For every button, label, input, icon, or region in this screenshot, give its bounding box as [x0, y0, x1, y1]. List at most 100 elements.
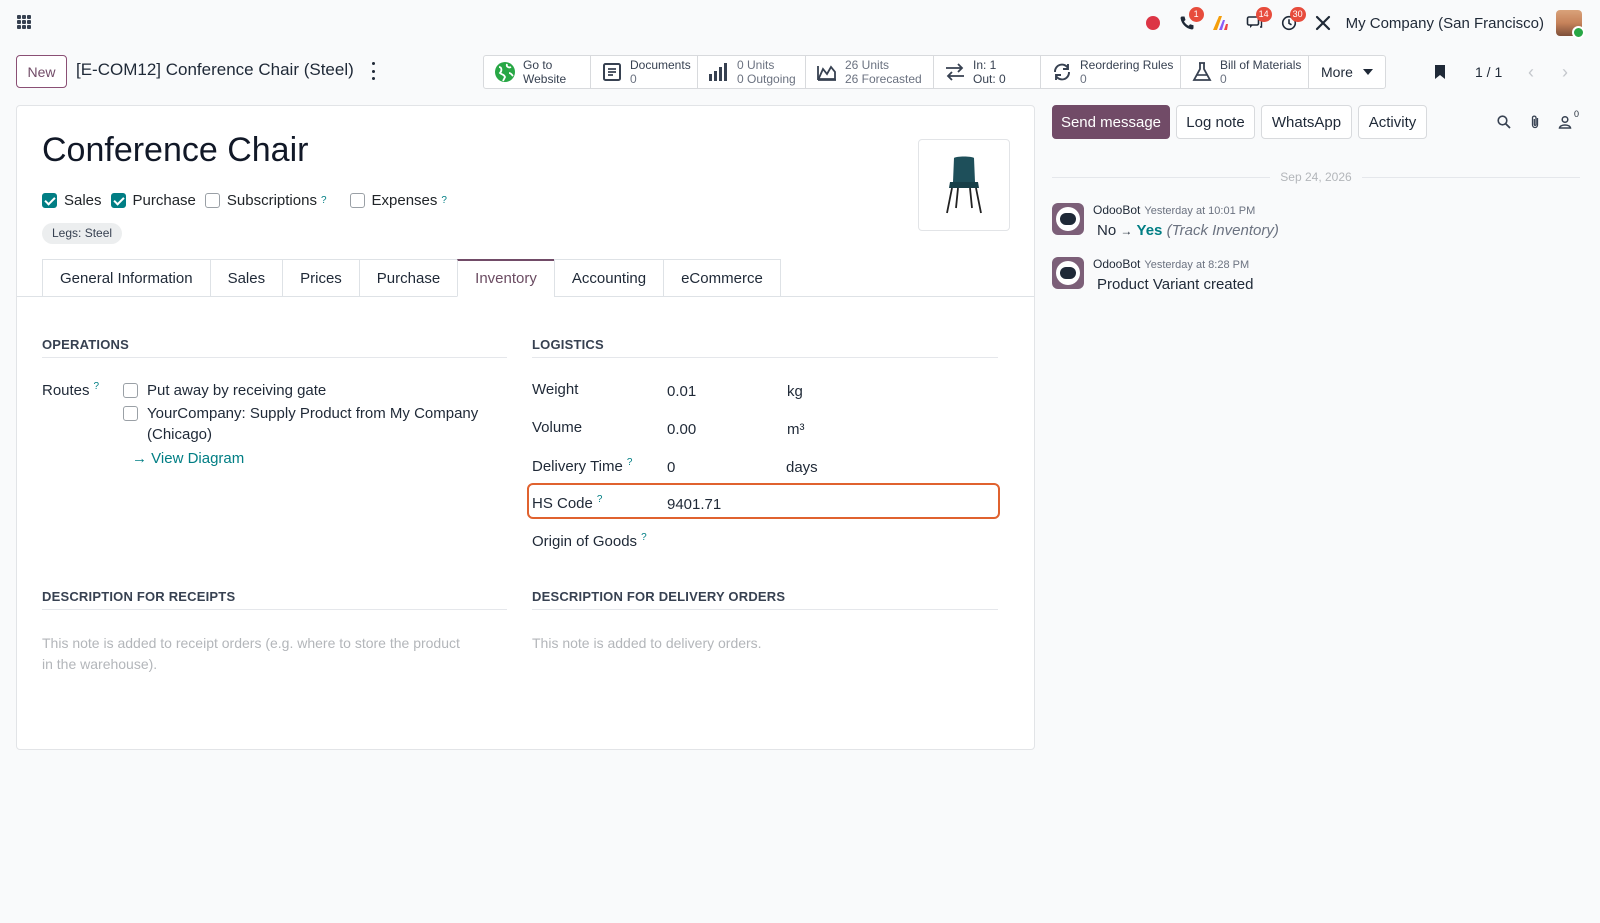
company-switcher[interactable]: My Company (San Francisco) [1346, 15, 1544, 32]
actions-kebab-icon[interactable] [370, 62, 376, 80]
follower-count: 0 [1574, 109, 1580, 119]
message-author[interactable]: OdooBot [1093, 203, 1140, 217]
help-tooltip-icon[interactable]: ? [627, 457, 633, 468]
expenses-checkbox[interactable]: Expenses ? [349, 192, 447, 209]
receipts-description-input[interactable]: This note is added to receipt orders (e.… [42, 633, 460, 675]
more-button[interactable]: More [1309, 56, 1385, 88]
smart-buttons: Go to Website Documents 0 0 Units 0 Outg… [483, 55, 1386, 89]
units-line2: 0 Outgoing [737, 72, 796, 86]
out-count: Out: 0 [973, 72, 1006, 86]
website-line1: Go to [523, 58, 553, 72]
help-tooltip-icon[interactable]: ? [94, 381, 100, 392]
volume-input[interactable]: 0.00 [667, 421, 696, 438]
whatsapp-button[interactable]: WhatsApp [1261, 105, 1352, 139]
checkbox-unchecked-icon[interactable] [204, 193, 220, 208]
phone-icon[interactable]: 1 [1170, 7, 1204, 38]
tab-inventory[interactable]: Inventory [457, 259, 554, 297]
tab-general-information[interactable]: General Information [42, 259, 210, 297]
search-icon[interactable] [1495, 113, 1513, 131]
bookmark-icon[interactable] [1434, 64, 1446, 80]
website-line2: Website [523, 72, 567, 86]
routes-label: Routes? [42, 381, 100, 399]
bill-of-materials-button[interactable]: Bill of Materials 0 [1181, 56, 1309, 88]
phone-badge: 1 [1188, 7, 1204, 22]
route-put-away-label: Put away by receiving gate [147, 382, 327, 399]
sales-checkbox-label: Sales [64, 192, 102, 209]
route-put-away[interactable]: Put away by receiving gate [123, 380, 326, 401]
tab-ecommerce[interactable]: eCommerce [663, 259, 781, 297]
documents-button[interactable]: Documents 0 [591, 56, 698, 88]
in-out-button[interactable]: In: 1 Out: 0 [934, 56, 1041, 88]
tab-purchase[interactable]: Purchase [358, 259, 458, 297]
message-author[interactable]: OdooBot [1093, 257, 1140, 271]
pager-previous-icon[interactable]: ‹ [1518, 60, 1544, 84]
tab-accounting[interactable]: Accounting [553, 259, 664, 297]
documents-count: 0 [630, 72, 637, 86]
reordering-rules-button[interactable]: Reordering Rules 0 [1041, 56, 1181, 88]
activity-badge: 30 [1289, 7, 1306, 22]
tab-sales[interactable]: Sales [209, 259, 283, 297]
expenses-checkbox-label: Expenses [371, 192, 438, 209]
checkbox-unchecked-icon[interactable] [349, 193, 365, 208]
origin-of-goods-input[interactable] [667, 532, 997, 552]
odoobot-avatar[interactable] [1052, 203, 1084, 235]
tab-prices[interactable]: Prices [282, 259, 359, 297]
reordering-count: 0 [1080, 72, 1087, 86]
followers-icon[interactable] [1556, 113, 1574, 131]
bar-chart-icon [708, 61, 730, 83]
systray: 1 14 30 My Company (San Francisco) [1136, 7, 1585, 39]
purchase-checkbox[interactable]: Purchase [110, 192, 196, 209]
apps-menu-icon[interactable] [17, 15, 31, 29]
delivery-description-input[interactable]: This note is added to delivery orders. [532, 633, 762, 654]
new-button[interactable]: New [16, 55, 67, 88]
receipts-description-heading: DESCRIPTION FOR RECEIPTS [42, 589, 236, 604]
checkbox-unchecked-icon[interactable] [123, 406, 138, 421]
pager-next-icon[interactable]: › [1552, 60, 1578, 84]
recording-icon[interactable] [1136, 8, 1170, 38]
checkbox-checked-icon[interactable] [110, 193, 126, 208]
delivery-time-unit: days [786, 459, 818, 476]
hs-code-input[interactable]: 9401.71 [667, 496, 721, 513]
route-supply-product[interactable]: YourCompany: Supply Product from My Comp… [123, 403, 478, 445]
product-name[interactable]: Conference Chair [42, 131, 308, 170]
subscriptions-checkbox[interactable]: Subscriptions ? [204, 192, 327, 209]
send-message-button[interactable]: Send message [1052, 105, 1170, 139]
delivery-time-input[interactable]: 0 [667, 459, 675, 476]
caret-down-icon [1362, 69, 1373, 75]
activity-clock-icon[interactable]: 30 [1272, 7, 1306, 38]
tools-icon[interactable] [1306, 8, 1340, 38]
subscriptions-checkbox-label: Subscriptions [226, 192, 317, 209]
weight-input[interactable]: 0.01 [667, 383, 696, 400]
help-tooltip-icon[interactable]: ? [321, 195, 327, 206]
help-tooltip-icon[interactable]: ? [597, 494, 603, 505]
origin-of-goods-label: Origin of Goods? [532, 532, 647, 550]
pager-value[interactable]: 1 / 1 [1475, 64, 1502, 80]
sales-checkbox[interactable]: Sales [42, 192, 102, 209]
bom-count: 0 [1220, 72, 1227, 86]
checkbox-checked-icon[interactable] [42, 193, 57, 208]
ai-icon[interactable] [1204, 8, 1238, 38]
message-body: Product Variant created [1097, 276, 1254, 293]
user-avatar[interactable] [1556, 10, 1585, 39]
activity-button[interactable]: Activity [1358, 105, 1427, 139]
on-hand-units-button[interactable]: 0 Units 0 Outgoing [698, 56, 806, 88]
odoobot-avatar[interactable] [1052, 257, 1084, 289]
units-line1: 0 Units [737, 58, 775, 72]
product-image[interactable] [918, 139, 1010, 231]
view-diagram-link[interactable]: → View Diagram [132, 450, 244, 467]
forecasted-button[interactable]: 26 Units 26 Forecasted [806, 56, 934, 88]
messaging-icon[interactable]: 14 [1238, 7, 1272, 38]
hs-code-label: HS Code? [532, 494, 603, 512]
breadcrumb: [E-COM12] Conference Chair (Steel) [76, 60, 354, 79]
weight-label: Weight [532, 381, 579, 398]
log-note-button[interactable]: Log note [1176, 105, 1255, 139]
forecast-line2: 26 Forecasted [845, 72, 922, 86]
purchase-checkbox-label: Purchase [132, 192, 196, 209]
checkbox-unchecked-icon[interactable] [123, 383, 138, 398]
help-tooltip-icon[interactable]: ? [641, 532, 647, 543]
product-type-checkboxes: Sales Purchase Subscriptions ? Expenses … [42, 192, 456, 209]
paperclip-icon[interactable] [1526, 113, 1544, 131]
help-tooltip-icon[interactable]: ? [441, 195, 447, 206]
go-to-website-button[interactable]: Go to Website [484, 56, 591, 88]
chair-image-icon [946, 156, 982, 214]
